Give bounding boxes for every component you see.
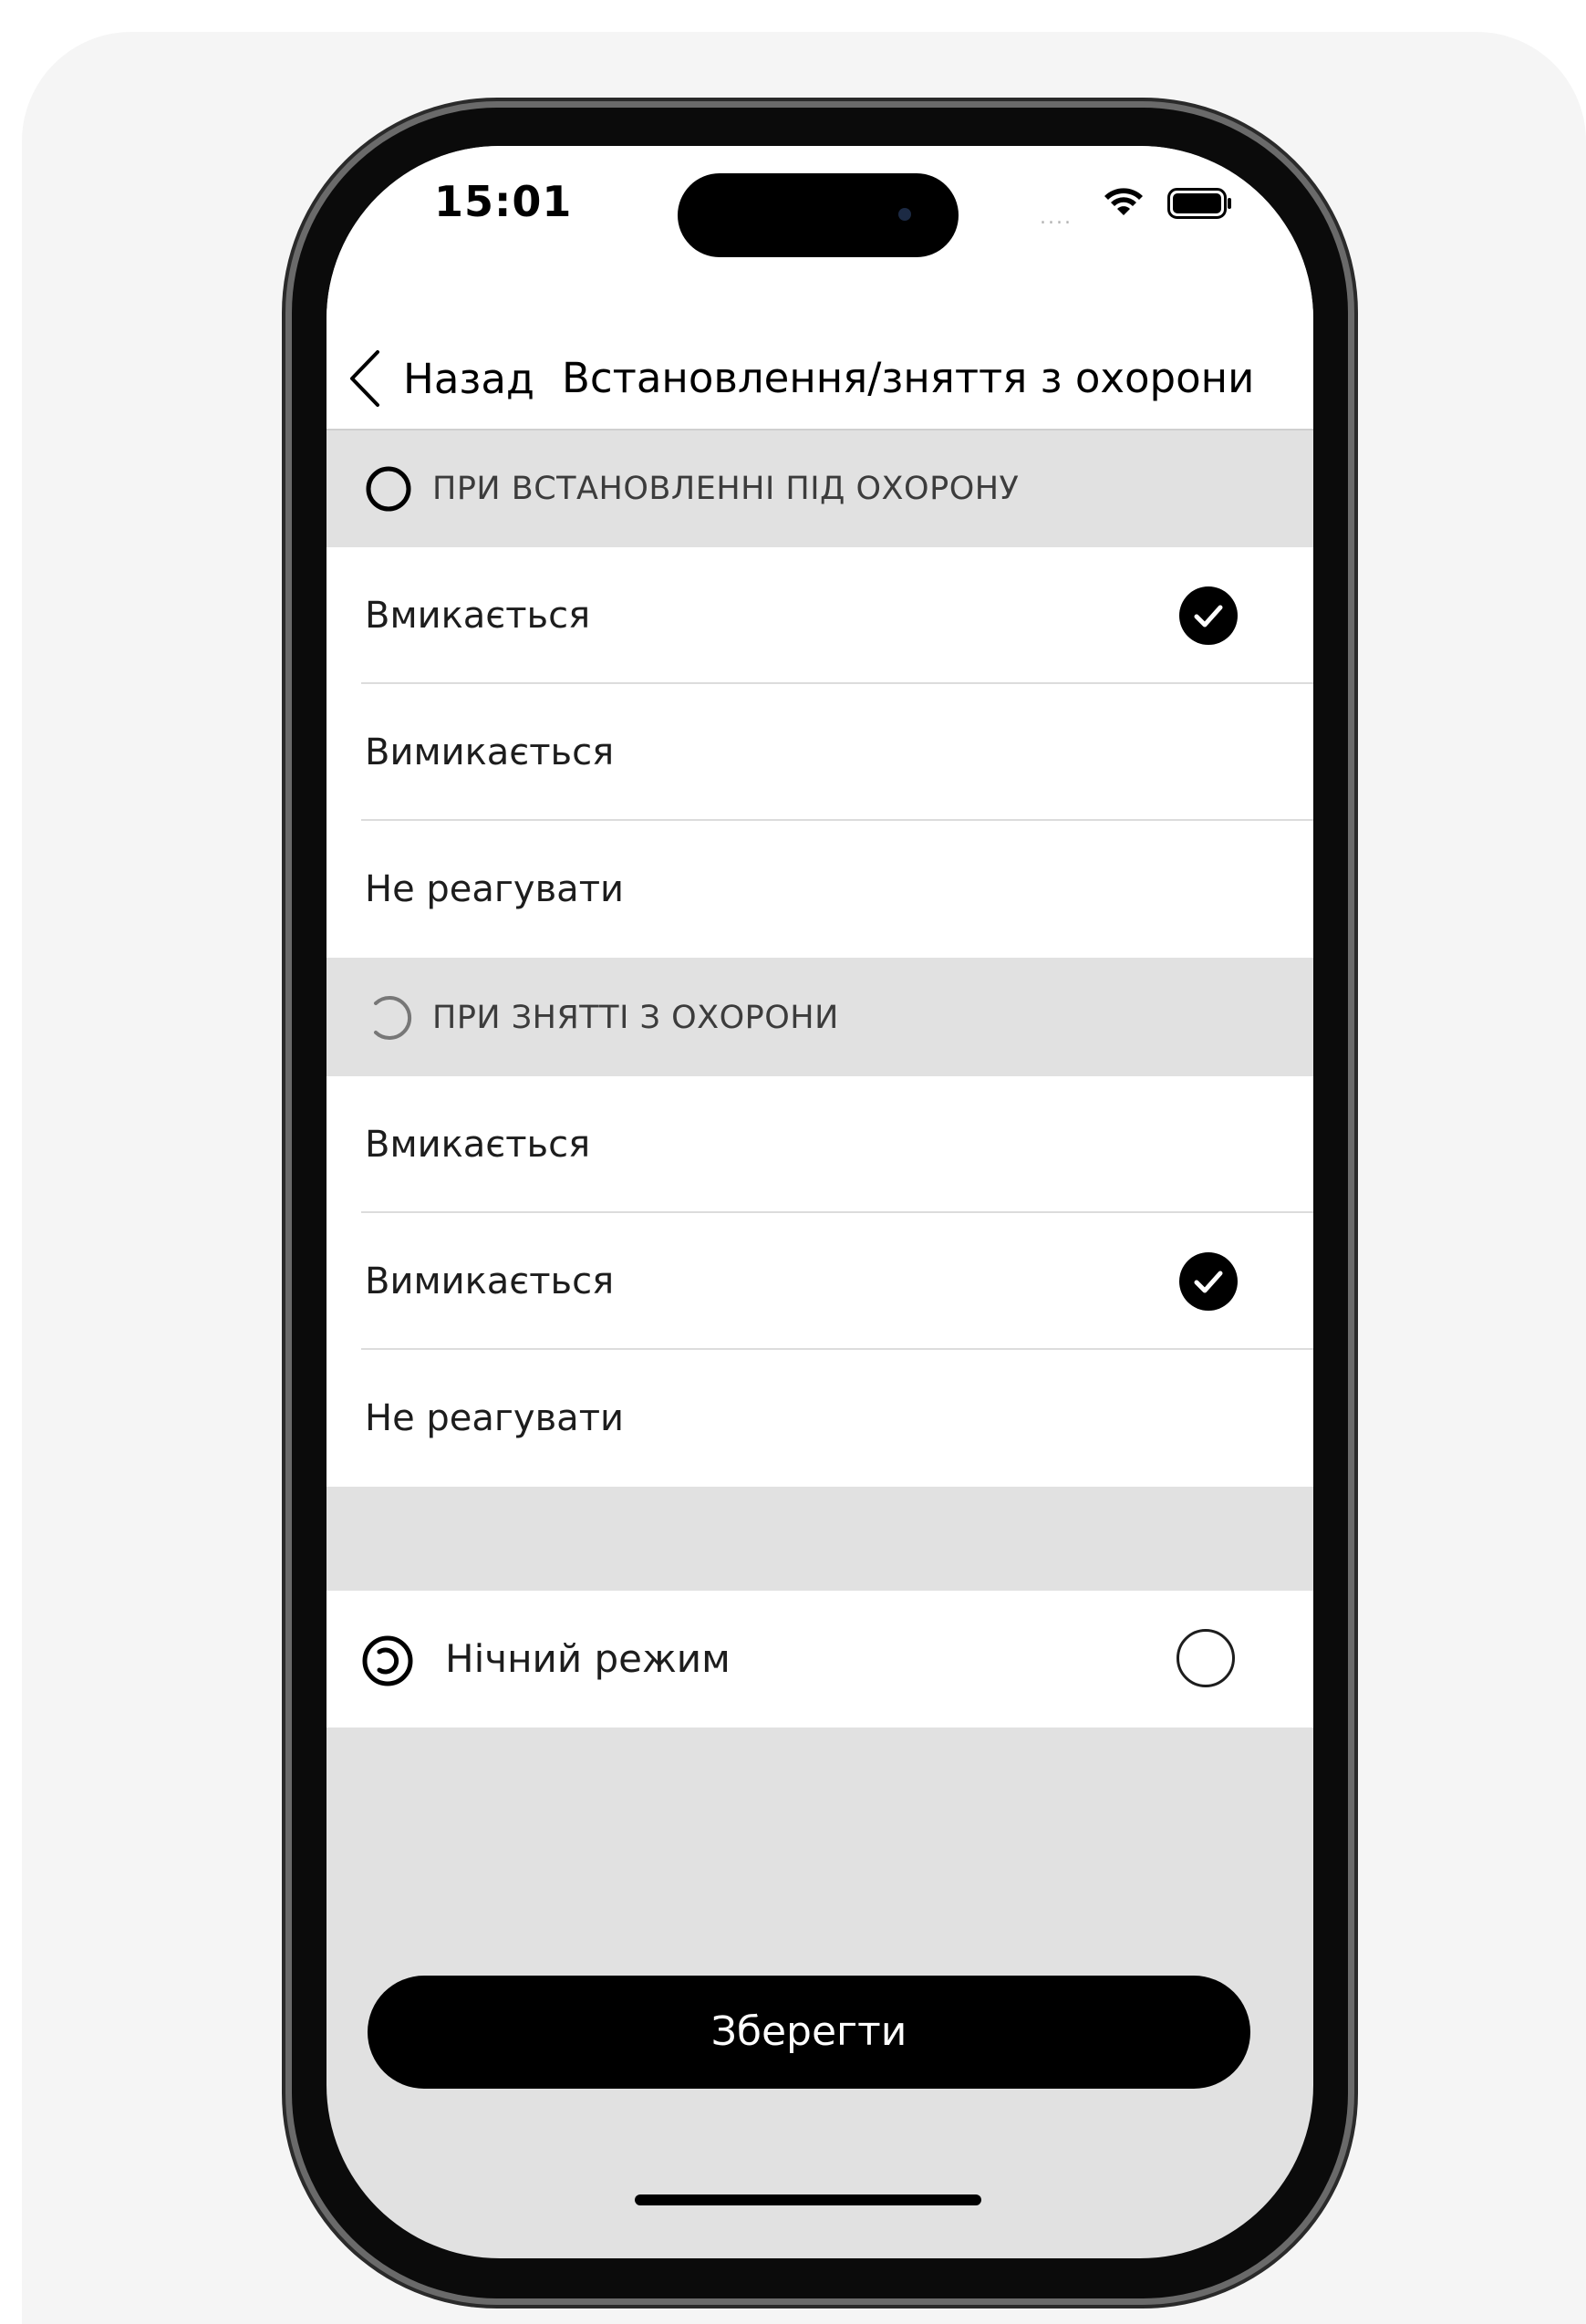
checkmark-selected-icon: [1179, 1252, 1238, 1311]
section-label-armed: ПРИ ВСТАНОВЛЕННІ ПІД ОХОРОНУ: [432, 471, 1020, 507]
option-label: Вимикається: [365, 1261, 615, 1302]
section-label-disarmed: ПРИ ЗНЯТТІ З ОХОРОНИ: [432, 1000, 839, 1036]
night-mode-checkbox[interactable]: [1177, 1629, 1235, 1687]
status-time: 15:01: [434, 177, 573, 226]
option-label: Не реагувати: [365, 1397, 624, 1439]
status-bar: 15:01 ....: [327, 146, 1313, 328]
option-armed-ignore[interactable]: Не реагувати: [327, 821, 1313, 958]
signal-icon: ....: [1040, 206, 1073, 229]
navigation-bar: Назад Встановлення/зняття з охорони: [327, 328, 1313, 431]
page-title: Встановлення/зняття з охорони: [562, 354, 1255, 402]
night-mode-icon: [362, 1635, 413, 1686]
phone-frame: 15:01 .... Назад Встановлення/зняття з о…: [292, 108, 1348, 2298]
option-label: Не реагувати: [365, 868, 624, 910]
phone-screen: 15:01 .... Назад Встановлення/зняття з о…: [327, 146, 1313, 2258]
option-label: Вимикається: [365, 731, 615, 773]
night-mode-row[interactable]: Нічний режим: [327, 1591, 1313, 1727]
night-mode-label: Нічний режим: [445, 1636, 731, 1681]
back-label: Назад: [403, 354, 535, 403]
option-label: Вмикається: [365, 595, 591, 637]
option-disarmed-on[interactable]: Вмикається: [327, 1076, 1313, 1213]
disarmed-arc-icon: [374, 996, 412, 1040]
armed-ring-icon: [366, 466, 411, 512]
section-header-disarmed: ПРИ ЗНЯТТІ З ОХОРОНИ: [327, 960, 1313, 1076]
save-button[interactable]: Зберегти: [368, 1976, 1250, 2089]
back-button[interactable]: Назад: [347, 328, 534, 429]
option-armed-off[interactable]: Вимикається: [327, 684, 1313, 821]
wifi-icon: [1104, 188, 1143, 215]
option-disarmed-ignore[interactable]: Не реагувати: [327, 1350, 1313, 1487]
option-label: Вмикається: [365, 1124, 591, 1166]
dynamic-island: [678, 173, 959, 257]
option-disarmed-off[interactable]: Вимикається: [327, 1213, 1313, 1350]
chevron-left-icon: [350, 350, 379, 407]
section-header-armed: ПРИ ВСТАНОВЛЕННІ ПІД ОХОРОНУ: [327, 431, 1313, 547]
battery-icon: [1167, 188, 1231, 219]
checkmark-selected-icon: [1179, 586, 1238, 645]
home-indicator[interactable]: [635, 2194, 981, 2205]
camera-icon: [898, 208, 911, 221]
option-armed-on[interactable]: Вмикається: [327, 547, 1313, 684]
power-button: [1347, 748, 1355, 967]
